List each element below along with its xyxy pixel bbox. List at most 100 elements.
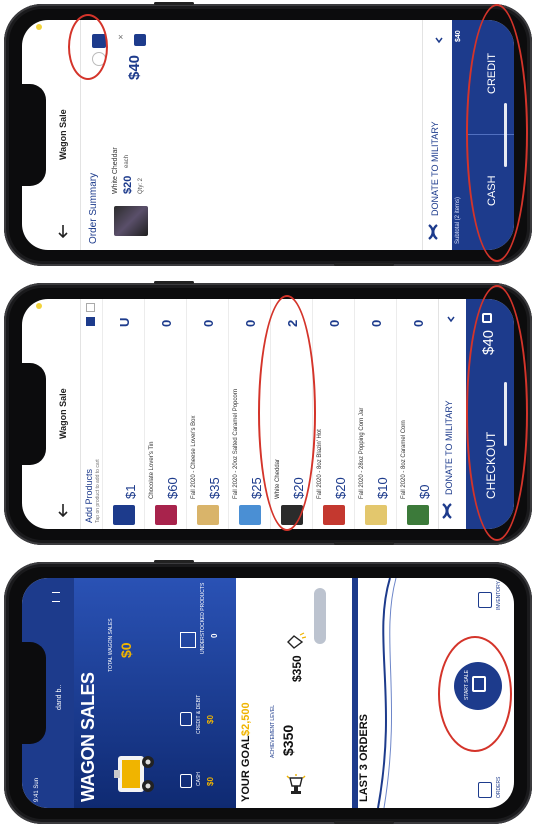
orders-label[interactable]: ORDERS bbox=[496, 777, 502, 798]
hand-icon bbox=[284, 632, 307, 652]
close-icon[interactable]: × bbox=[118, 32, 123, 42]
goal-label: YOUR GOAL bbox=[240, 735, 252, 802]
product-name: Fall 2020 - 20oz Salted Caramel Popcorn bbox=[233, 388, 239, 499]
product-price: $25 bbox=[249, 477, 264, 499]
product-row[interactable]: Fall 2020 - 20oz Salted Caramel Popcorn $… bbox=[228, 299, 270, 529]
understocked-label: UNDERSTOCKED PRODUCTS bbox=[200, 582, 206, 654]
product-quantity[interactable]: 0 bbox=[159, 320, 174, 327]
product-quantity[interactable]: 0 bbox=[369, 320, 384, 327]
orders-icon[interactable] bbox=[478, 782, 492, 798]
side-button bbox=[334, 263, 394, 266]
checkout-total: $40 bbox=[480, 329, 497, 355]
account-switcher[interactable]: dand b.. bbox=[56, 685, 63, 710]
side-button bbox=[334, 821, 394, 824]
product-price: $60 bbox=[165, 477, 180, 499]
home-indicator bbox=[504, 103, 507, 167]
back-arrow-icon[interactable] bbox=[56, 503, 70, 518]
checkout-button[interactable]: CHECKOUT bbox=[484, 432, 498, 499]
credit-button[interactable]: CREDIT bbox=[486, 53, 498, 94]
card-icon bbox=[180, 712, 192, 726]
notch bbox=[22, 84, 46, 186]
stat-value-credit: $0 bbox=[206, 715, 215, 724]
product-quantity[interactable]: 0 bbox=[201, 320, 216, 327]
product-quantity[interactable]: U bbox=[117, 318, 132, 327]
donate-ribbon-icon bbox=[426, 224, 440, 240]
last-orders-heading: LAST 3 ORDERS bbox=[358, 713, 370, 802]
inventory-icon[interactable] bbox=[478, 592, 492, 608]
chevron-down-icon[interactable] bbox=[434, 32, 444, 44]
order-summary-heading: Order Summary bbox=[88, 172, 99, 244]
total-wagon-sales-value: $0 bbox=[118, 642, 134, 658]
boxes-icon bbox=[180, 632, 196, 648]
phone-order-summary: Wagon Sale Order Summary White Cheddar $… bbox=[4, 2, 532, 266]
product-thumbnail bbox=[281, 505, 303, 525]
product-price: $35 bbox=[207, 477, 222, 499]
item-each: each bbox=[124, 154, 130, 168]
start-sale-button[interactable]: START SALE bbox=[454, 662, 502, 710]
product-row[interactable]: Chocolate Lover's Tin $60 0 bbox=[144, 299, 186, 529]
item-total: $40 bbox=[126, 54, 143, 80]
product-name: Fall 2020 - Cheese Lover's Box bbox=[191, 415, 197, 499]
product-row[interactable]: $1 U bbox=[102, 299, 144, 529]
product-row[interactable]: Fall 2020 - 8oz Caramel Corn $0 0 bbox=[396, 299, 438, 529]
screen: Wagon Sale Add Products Tap on product t… bbox=[22, 299, 514, 529]
goal-progress-track bbox=[314, 588, 326, 644]
product-quantity[interactable]: 2 bbox=[285, 320, 300, 327]
side-button bbox=[154, 560, 194, 563]
wave-decoration bbox=[370, 578, 400, 808]
divider bbox=[468, 134, 514, 135]
side-button bbox=[154, 281, 194, 284]
product-row[interactable]: Fall 2020 - Cheese Lover's Box $35 0 bbox=[186, 299, 228, 529]
product-row[interactable]: Fall 2020 - 28oz Popping Corn Jar $10 0 bbox=[354, 299, 396, 529]
subtotal-value: $40 bbox=[455, 30, 462, 42]
cart-icon[interactable] bbox=[482, 313, 492, 323]
remove-item-icon[interactable] bbox=[134, 34, 146, 46]
divider bbox=[80, 20, 81, 250]
side-button bbox=[334, 542, 394, 545]
product-thumbnail bbox=[197, 505, 219, 525]
add-products-heading: Add Products bbox=[84, 468, 94, 523]
achievement-label: ACHIEVEMENT LEVEL bbox=[270, 705, 276, 758]
donate-to-military[interactable]: DONATE TO MILITARY bbox=[430, 121, 440, 216]
screen: 9:41 Sun dand b.. WAGON SALES CASH $0 CR… bbox=[22, 578, 514, 808]
product-image bbox=[114, 206, 148, 236]
side-button bbox=[154, 2, 194, 5]
product-name: Chocolate Lover's Tin bbox=[149, 441, 155, 499]
product-price: $10 bbox=[375, 477, 390, 499]
understocked-value: 0 bbox=[210, 633, 219, 638]
header-title: Wagon Sale bbox=[58, 109, 68, 160]
home-indicator bbox=[504, 382, 507, 446]
product-price: $1 bbox=[123, 484, 138, 499]
product-quantity[interactable]: 0 bbox=[411, 320, 426, 327]
progress-value: $350 bbox=[290, 655, 304, 682]
product-row[interactable]: White Cheddar $20 2 bbox=[270, 299, 312, 529]
item-name: White Cheddar bbox=[112, 147, 119, 194]
item-qty: Qty: 2 bbox=[138, 177, 144, 194]
cart-icon bbox=[472, 676, 486, 692]
trophy-icon bbox=[284, 774, 308, 798]
cash-button[interactable]: CASH bbox=[486, 175, 498, 206]
product-thumbnail bbox=[365, 505, 387, 525]
divider bbox=[80, 299, 81, 529]
chevron-down-icon[interactable] bbox=[446, 311, 456, 323]
achievement-value: $350 bbox=[280, 724, 296, 756]
donate-ribbon-icon bbox=[440, 503, 454, 519]
person-icon[interactable] bbox=[92, 52, 106, 66]
product-name: Fall 2020 - 28oz Popping Corn Jar bbox=[359, 407, 365, 499]
donate-to-military[interactable]: DONATE TO MILITARY bbox=[444, 400, 454, 495]
grid-view-icon[interactable] bbox=[86, 303, 95, 312]
inventory-label[interactable]: INVENTORY bbox=[496, 581, 502, 610]
status-indicator bbox=[36, 24, 42, 30]
list-view-icon[interactable] bbox=[86, 317, 95, 326]
edit-icon[interactable] bbox=[92, 34, 106, 48]
product-quantity[interactable]: 0 bbox=[327, 320, 342, 327]
product-quantity[interactable]: 0 bbox=[243, 320, 258, 327]
divider bbox=[422, 20, 423, 250]
product-name: White Cheddar bbox=[275, 458, 281, 499]
product-row[interactable]: Fall 2020 - 8oz Blazin' Hot $20 0 bbox=[312, 299, 354, 529]
subtotal-label: Subtotal (2 items) bbox=[455, 196, 461, 244]
product-name: Fall 2020 - 8oz Caramel Corn bbox=[401, 420, 407, 499]
back-arrow-icon[interactable] bbox=[56, 224, 70, 239]
menu-icon[interactable] bbox=[52, 592, 60, 602]
page-title: WAGON SALES bbox=[78, 672, 98, 802]
